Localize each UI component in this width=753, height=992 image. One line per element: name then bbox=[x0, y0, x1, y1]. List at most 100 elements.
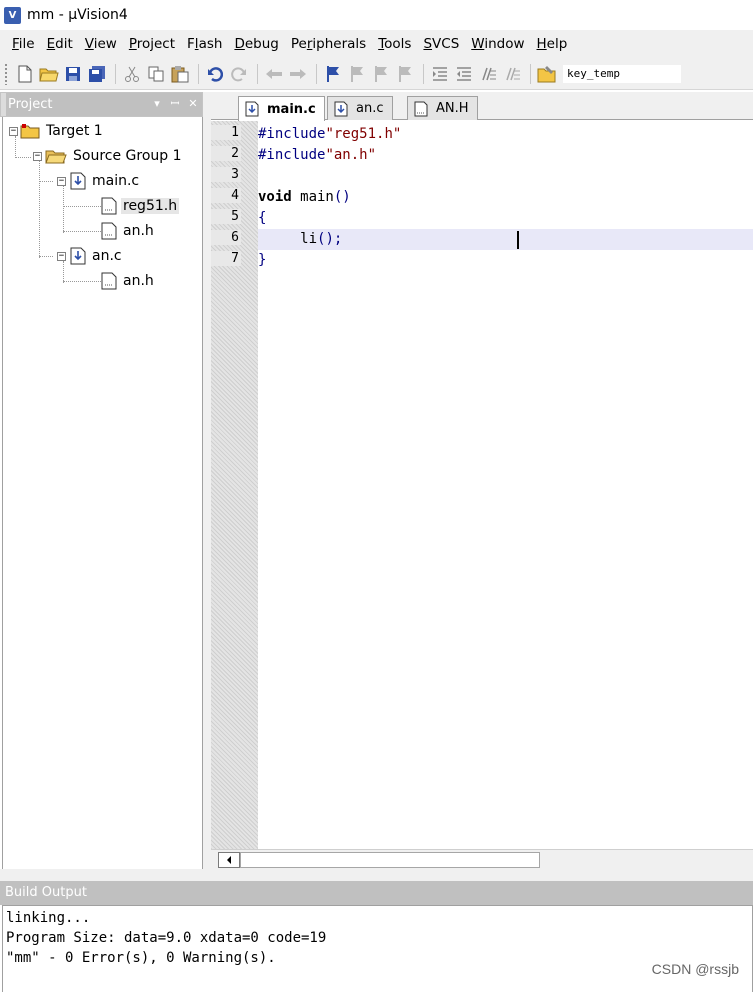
line-number: 7 bbox=[211, 251, 241, 266]
menu-svcs[interactable]: SVCS bbox=[417, 30, 465, 58]
bookmark-next-icon[interactable] bbox=[370, 63, 392, 85]
collapse-icon[interactable]: − bbox=[9, 126, 18, 136]
folder-open-icon bbox=[45, 150, 67, 164]
menu-bar: File Edit View Project Flash Debug Peripherals… bbox=[0, 30, 753, 58]
menu-file[interactable]: File bbox=[6, 30, 41, 58]
cut-icon[interactable] bbox=[121, 63, 143, 85]
build-output-title: Build Output bbox=[5, 885, 87, 900]
toolbar-grip[interactable] bbox=[4, 62, 8, 85]
code-line-5[interactable]: { bbox=[258, 208, 753, 229]
code-line-7[interactable]: } bbox=[258, 250, 753, 271]
collapse-icon[interactable]: − bbox=[57, 176, 66, 186]
panel-splitter[interactable] bbox=[203, 92, 211, 880]
close-icon[interactable]: ✕ bbox=[184, 93, 202, 116]
save-icon[interactable] bbox=[62, 63, 84, 85]
c-file-icon bbox=[70, 247, 86, 265]
code-line-2[interactable]: #include"an.h" bbox=[258, 145, 753, 166]
window-title: mm - µVision4 bbox=[27, 7, 128, 23]
nav-back-icon[interactable] bbox=[263, 63, 285, 85]
line-number: 5 bbox=[211, 209, 241, 224]
title-bar: V mm - µVision4 bbox=[0, 0, 753, 30]
unindent-icon[interactable] bbox=[453, 63, 475, 85]
undo-icon[interactable] bbox=[204, 63, 226, 85]
indent-icon[interactable] bbox=[429, 63, 451, 85]
build-output-line: linking... bbox=[6, 910, 91, 926]
toolbar-separator bbox=[530, 63, 531, 84]
tree-item-main-c[interactable]: − main.c bbox=[57, 170, 141, 192]
open-folder-icon[interactable] bbox=[38, 63, 60, 85]
tree-label-an-h: an.h bbox=[123, 223, 154, 239]
tab-an-h[interactable]: AN.H bbox=[407, 96, 478, 120]
menu-help[interactable]: Help bbox=[531, 30, 574, 58]
toolbar-separator bbox=[423, 63, 424, 84]
menu-window[interactable]: Window bbox=[465, 30, 530, 58]
toolbar: key_temp bbox=[0, 58, 753, 90]
project-tree: − Target 1 − Source Group 1 − main.c reg… bbox=[2, 117, 203, 874]
editor-tab-bar: main.c an.c AN.H bbox=[211, 92, 753, 121]
project-panel-title: Project bbox=[6, 93, 148, 116]
tree-item-reg51-h[interactable]: reg51.h bbox=[101, 195, 180, 217]
project-panel-header: Project ▾ ꟷ ✕ bbox=[0, 92, 203, 117]
collapse-icon[interactable]: − bbox=[57, 251, 66, 261]
header-file-icon bbox=[414, 101, 428, 116]
tab-label: an.c bbox=[356, 101, 384, 116]
watermark: CSDN @rssjb bbox=[651, 961, 739, 977]
menu-peripherals[interactable]: Peripherals bbox=[285, 30, 372, 58]
copy-icon[interactable] bbox=[145, 63, 167, 85]
tree-item-an-h[interactable]: an.h bbox=[101, 220, 156, 242]
target-combo[interactable]: key_temp bbox=[562, 63, 682, 84]
tree-item-an-c[interactable]: − an.c bbox=[57, 245, 124, 267]
bookmark-clear-icon[interactable] bbox=[394, 63, 416, 85]
tree-label-reg51-h: reg51.h bbox=[121, 198, 180, 214]
tree-label-an-h-2: an.h bbox=[123, 273, 154, 289]
find-in-files-icon[interactable] bbox=[536, 63, 558, 85]
editor-horizontal-scrollbar[interactable] bbox=[211, 849, 753, 869]
nav-forward-icon[interactable] bbox=[287, 63, 309, 85]
new-file-icon[interactable] bbox=[14, 63, 36, 85]
code-line-4[interactable]: void main() bbox=[258, 187, 753, 208]
uncomment-icon[interactable] bbox=[501, 63, 523, 85]
save-all-icon[interactable] bbox=[86, 63, 108, 85]
comment-icon[interactable] bbox=[477, 63, 499, 85]
code-line-3[interactable] bbox=[258, 166, 753, 187]
menu-project[interactable]: Project bbox=[123, 30, 181, 58]
paste-icon[interactable] bbox=[169, 63, 191, 85]
line-number: 1 bbox=[211, 125, 241, 140]
menu-edit[interactable]: Edit bbox=[41, 30, 79, 58]
scroll-track[interactable] bbox=[540, 852, 753, 868]
build-output-header: Build Output bbox=[0, 881, 753, 905]
c-file-icon bbox=[70, 172, 86, 190]
toolbar-separator bbox=[115, 63, 116, 84]
bookmark-prev-icon[interactable] bbox=[346, 63, 368, 85]
code-editor[interactable]: 1 2 3 4 5 6 7 #include"reg51.h" #include… bbox=[211, 121, 753, 849]
redo-icon[interactable] bbox=[228, 63, 250, 85]
scroll-thumb[interactable] bbox=[240, 852, 540, 868]
tree-item-an-h-2[interactable]: an.h bbox=[101, 270, 156, 292]
scroll-left-button[interactable] bbox=[218, 852, 240, 868]
build-output-line: Program Size: data=9.0 xdata=0 code=19 bbox=[6, 930, 327, 946]
menu-view[interactable]: View bbox=[79, 30, 123, 58]
bookmark-flag-icon[interactable] bbox=[322, 63, 344, 85]
chevron-left-icon bbox=[227, 856, 231, 864]
menu-tools[interactable]: Tools bbox=[372, 30, 417, 58]
build-output-window[interactable]: linking... Program Size: data=9.0 xdata=… bbox=[2, 905, 753, 992]
tab-main-c[interactable]: main.c bbox=[238, 96, 325, 121]
menu-debug[interactable]: Debug bbox=[228, 30, 284, 58]
collapse-icon[interactable]: − bbox=[33, 151, 42, 161]
pin-icon[interactable]: ꟷ bbox=[166, 93, 184, 116]
toolbar-separator bbox=[316, 63, 317, 84]
tree-item-source-group[interactable]: − Source Group 1 bbox=[33, 145, 184, 167]
code-line-1[interactable]: #include"reg51.h" bbox=[258, 124, 753, 145]
header-file-icon bbox=[101, 272, 117, 290]
code-line-6[interactable]: li(); bbox=[258, 229, 753, 250]
header-file-icon bbox=[101, 197, 117, 215]
tree-item-target[interactable]: − Target 1 bbox=[9, 120, 105, 142]
target-folder-icon bbox=[20, 124, 40, 139]
menu-flash[interactable]: Flash bbox=[181, 30, 228, 58]
tab-label: AN.H bbox=[436, 101, 469, 116]
tree-label-source-group: Source Group 1 bbox=[73, 148, 182, 164]
line-number: 2 bbox=[211, 146, 241, 161]
panel-menu-icon[interactable]: ▾ bbox=[148, 93, 166, 116]
c-file-icon bbox=[245, 101, 259, 117]
tab-an-c[interactable]: an.c bbox=[327, 96, 393, 120]
